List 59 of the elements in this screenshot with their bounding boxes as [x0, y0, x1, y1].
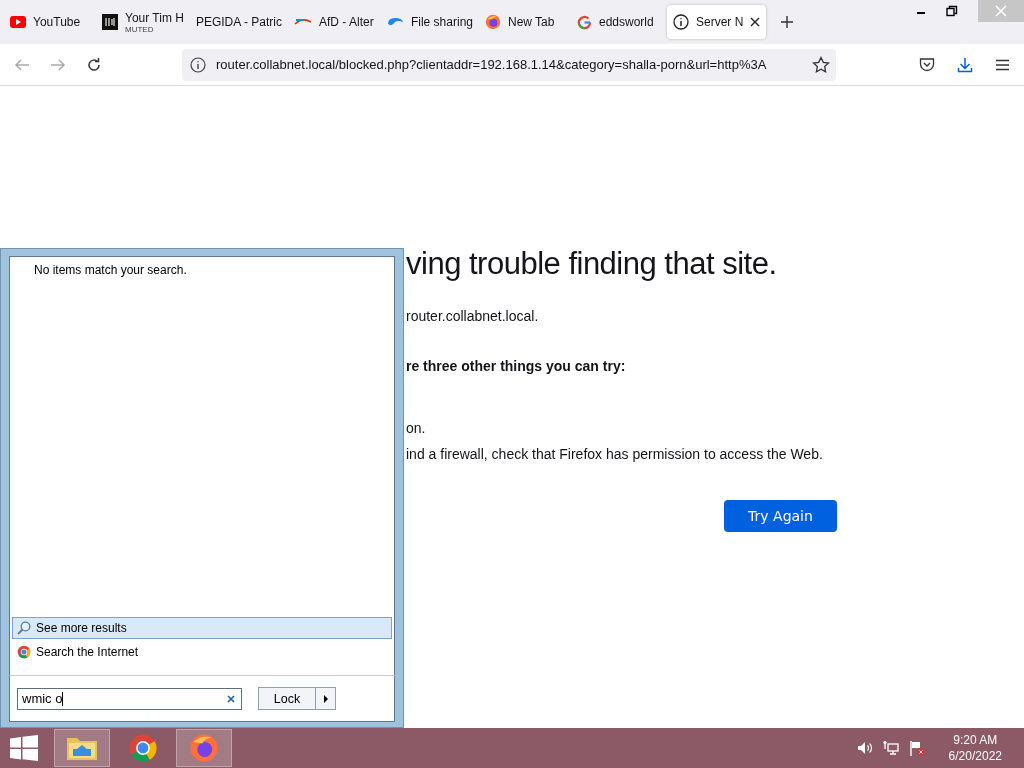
tab-title: PEGIDA - Patric: [195, 15, 282, 29]
start-button[interactable]: [10, 735, 38, 761]
g-icon: [577, 14, 592, 30]
browser-tab[interactable]: YouTube: [4, 5, 96, 39]
taskbar-app[interactable]: [176, 729, 232, 767]
chrome-icon: [128, 733, 158, 763]
menu-icon[interactable]: [995, 58, 1010, 71]
lock-button[interactable]: Lock: [258, 687, 316, 710]
clock-date[interactable]: 6/20/2022: [948, 749, 1002, 763]
page-heading: ving trouble finding that site.: [406, 246, 778, 282]
restore-icon[interactable]: [946, 5, 958, 17]
network-icon[interactable]: [882, 740, 899, 756]
try-again-button[interactable]: Try Again: [724, 500, 837, 532]
page-text: router.collabnet.local.: [406, 308, 540, 324]
page-text: on.: [406, 420, 427, 436]
search-option[interactable]: Search the Internet: [12, 641, 392, 663]
firefox-icon: [485, 14, 501, 30]
chrome-icon: [17, 645, 31, 659]
browser-tab[interactable]: New Tab: [479, 5, 571, 39]
power-options-button[interactable]: [316, 687, 336, 710]
address-bar[interactable]: router.collabnet.local/blocked.php?clientaddr=192.168.1.14&category=shalla-porn&url=http%3A: [182, 48, 836, 81]
tab-title: Your Tim H: [125, 10, 184, 25]
firefox-icon: [189, 733, 219, 763]
page-text: ind a firewall, check that Firefox has permission to access the Web.: [406, 446, 824, 462]
browser-tab[interactable]: eddsworld: [571, 5, 663, 39]
info-icon: [673, 14, 689, 30]
tab-title: AfD - Alter: [318, 15, 374, 29]
clock-time[interactable]: 9:20 AM: [953, 733, 998, 747]
clear-icon[interactable]: [227, 694, 235, 703]
tab-title: Server N: [696, 15, 744, 29]
browser-tab[interactable]: AfD - Alter: [287, 5, 380, 39]
browser-tab[interactable]: Server N: [667, 5, 767, 39]
info-icon: [190, 56, 206, 73]
flag-icon[interactable]: [908, 740, 925, 756]
caret-icon: [322, 694, 329, 703]
reload-icon[interactable]: [86, 56, 102, 73]
tab-title: File sharing: [410, 15, 473, 29]
download-icon[interactable]: [957, 56, 973, 73]
close-icon[interactable]: [750, 17, 761, 27]
tab-title: YouTube: [33, 15, 82, 29]
star-icon[interactable]: [812, 55, 830, 74]
play-icon: [10, 16, 26, 28]
magnifier-icon: [17, 621, 31, 635]
cloud-icon: [385, 16, 404, 28]
no-results-message: No items match your search.: [34, 263, 188, 277]
pocket-icon[interactable]: [919, 57, 935, 72]
speaker-icon[interactable]: [856, 741, 873, 755]
taskbar-app[interactable]: [54, 729, 110, 767]
tab-title: eddsworld: [599, 15, 655, 29]
search-field[interactable]: wmic o: [17, 687, 242, 710]
browser-tab[interactable]: PEGIDA - Patric: [189, 5, 288, 39]
new-tab-icon[interactable]: [780, 15, 795, 29]
search-option[interactable]: See more results: [12, 617, 392, 639]
tab-title: New Tab: [508, 15, 556, 29]
page-text: re three other things you can try:: [406, 358, 627, 374]
browser-tab[interactable]: Your Tim H MUTED: [96, 5, 190, 39]
browser-tab[interactable]: File sharing: [379, 5, 479, 39]
tab-favicon-icon: [102, 14, 118, 30]
tab-sublabel: MUTED: [125, 24, 155, 34]
